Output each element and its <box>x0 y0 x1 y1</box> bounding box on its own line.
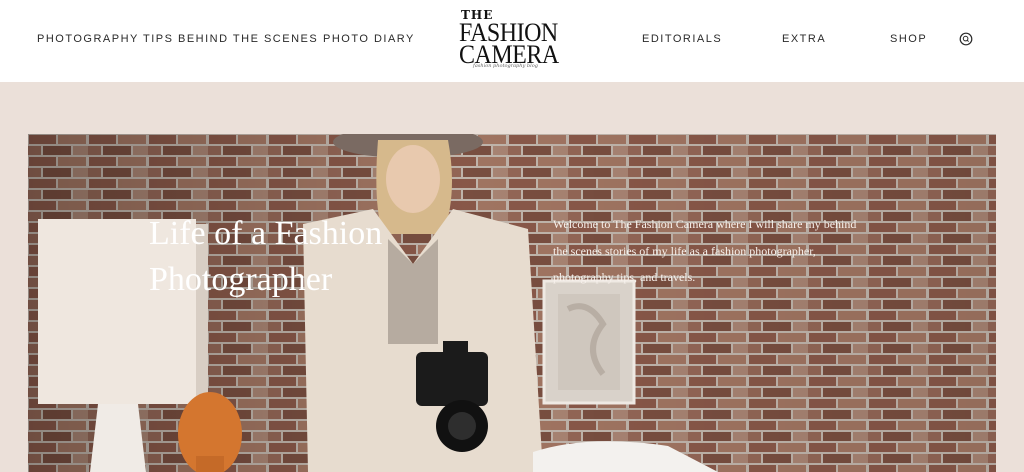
hero-photo <box>28 134 996 472</box>
nav-editorials[interactable]: EDITORIALS <box>642 33 722 45</box>
hero-title: Life of a Fashion Photographer <box>149 215 383 298</box>
hero-intro-text: Welcome to The Fashion Camera where I wi… <box>553 217 857 284</box>
search-icon[interactable] <box>959 32 973 46</box>
logo-tagline: fashion photography blog <box>473 63 538 69</box>
site-header: PHOTOGRAPHY TIPS BEHIND THE SCENES PHOTO… <box>0 0 1024 82</box>
nav-photography-tips[interactable]: PHOTOGRAPHY TIPS <box>37 33 173 45</box>
hero-image: Life of a Fashion Photographer Welcome t… <box>28 134 996 472</box>
site-logo[interactable]: THE FASHION CAMERA fashion photography b… <box>455 6 567 72</box>
nav-behind-the-scenes[interactable]: BEHIND THE SCENES <box>178 33 318 45</box>
nav-extra[interactable]: EXTRA <box>782 33 826 45</box>
nav-shop[interactable]: SHOP <box>890 33 927 45</box>
nav-photo-diary[interactable]: PHOTO DIARY <box>323 33 415 45</box>
